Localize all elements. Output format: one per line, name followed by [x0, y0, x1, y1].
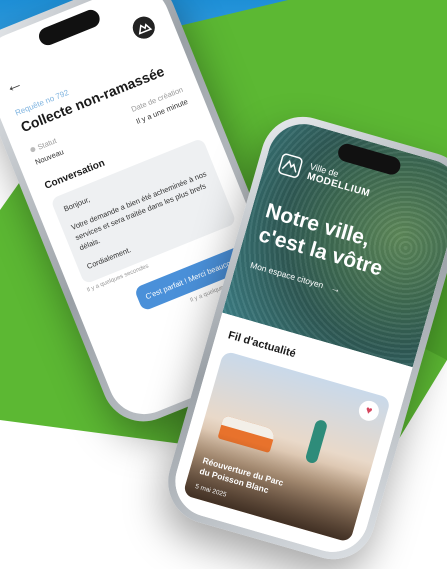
heart-icon[interactable]: ♥	[356, 398, 382, 424]
mountain-logo-icon	[278, 153, 303, 178]
status-dot-icon	[29, 146, 37, 153]
arrow-right-icon: →	[329, 283, 342, 297]
